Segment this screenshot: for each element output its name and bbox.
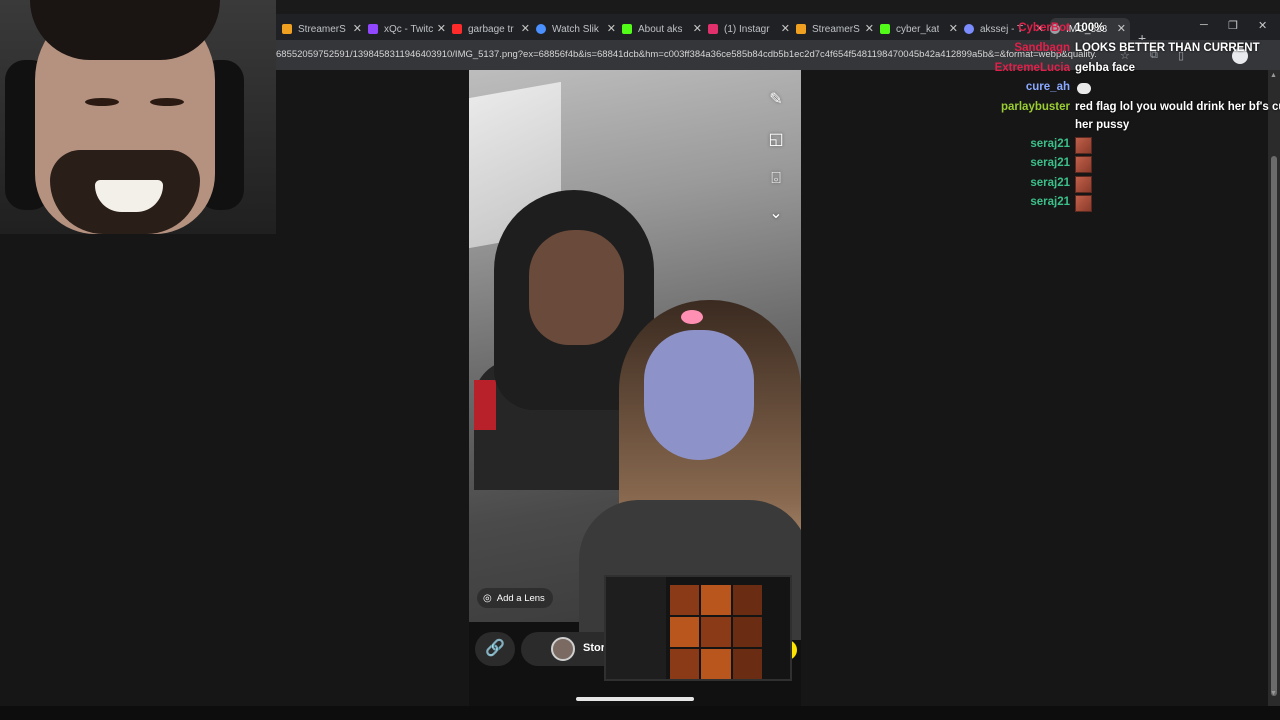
chat-text: LOOKS BETTER THAN CURRENT — [1075, 42, 1260, 54]
flower-accessory — [681, 310, 703, 324]
story-label: Stor — [583, 642, 605, 654]
screen: StreamerS ✕ xQc - Twitc ✕ garbage tr ✕ Watc… — [0, 0, 1280, 720]
chat-username: ExtremeLucia — [994, 62, 1070, 74]
kick-icon — [880, 24, 890, 34]
add-lens-button[interactable]: ◎ Add a Lens — [477, 588, 553, 608]
emote-icon — [1075, 195, 1092, 212]
close-tab-icon[interactable]: ✕ — [607, 22, 616, 35]
speech-bubble-emote — [1077, 83, 1091, 94]
kick-icon — [622, 24, 632, 34]
chat-username: seraj21 — [1030, 196, 1070, 208]
tab-streamers-1[interactable]: StreamerS ✕ — [282, 18, 366, 40]
chat-text: gehba face — [1075, 62, 1136, 74]
tab-streamers-2[interactable]: StreamerS ✕ — [796, 18, 878, 40]
tab-instagram[interactable]: (1) Instagr ✕ — [708, 18, 794, 40]
emote-icon — [1075, 156, 1092, 173]
chat-text: red flag lol you would drink her bf's cu — [1075, 101, 1280, 113]
home-indicator — [576, 697, 694, 701]
chat-overlay: CyberBot 100% Sandbagn LOOKS BETTER THAN… — [960, 22, 1280, 222]
close-tab-icon[interactable]: ✕ — [781, 22, 790, 35]
pencil-icon[interactable]: ✎ — [764, 88, 788, 112]
close-tab-icon[interactable]: ✕ — [521, 22, 530, 35]
tab-xqc-twitch[interactable]: xQc - Twitc ✕ — [368, 18, 450, 40]
mini-stream-preview — [604, 575, 792, 681]
chat-username: CyberBot — [1018, 22, 1070, 34]
chat-username: seraj21 — [1030, 157, 1070, 169]
bar-chart-icon — [282, 24, 292, 34]
emote-icon — [1075, 137, 1092, 154]
scrollbar-thumb[interactable] — [1271, 156, 1277, 696]
bar-chart-icon — [796, 24, 806, 34]
chat-text: her pussy — [1075, 119, 1130, 131]
chat-text: 100% — [1075, 22, 1105, 34]
person-face-mask — [579, 300, 801, 640]
close-tab-icon[interactable]: ✕ — [693, 22, 702, 35]
scroll-up-icon[interactable]: ▲ — [1270, 72, 1277, 79]
chevron-down-icon[interactable]: ⌄ — [764, 202, 788, 226]
tab-watch-slik[interactable]: Watch Slik ✕ — [536, 18, 620, 40]
chat-username: seraj21 — [1030, 138, 1070, 150]
taskbar-strip — [0, 706, 1280, 720]
link-icon: 🔗 — [485, 640, 505, 657]
twitch-icon — [368, 24, 378, 34]
instagram-icon — [708, 24, 718, 34]
close-tab-icon[interactable]: ✕ — [353, 22, 362, 35]
add-lens-label: Add a Lens — [496, 592, 545, 604]
avatar — [551, 637, 575, 661]
chat-username: Sandbagn — [1014, 42, 1070, 54]
tab-cyber-kat[interactable]: cyber_kat ✕ — [880, 18, 962, 40]
emote-icon — [1075, 176, 1092, 193]
chat-username: seraj21 — [1030, 177, 1070, 189]
photo-grid — [670, 585, 762, 679]
link-button[interactable]: 🔗 — [475, 632, 515, 666]
chat-username: parlaybuster — [1000, 101, 1070, 113]
tab-garbage[interactable]: garbage tr ✕ — [452, 18, 534, 40]
close-tab-icon[interactable]: ✕ — [437, 22, 446, 35]
chat-username: cure_ah — [1025, 81, 1070, 93]
lens-icon: ◎ — [483, 592, 492, 604]
camera-plus-icon[interactable]: ⌻ — [764, 167, 788, 191]
close-tab-icon[interactable]: ✕ — [865, 22, 874, 35]
webcam-overlay — [0, 0, 276, 234]
close-tab-icon[interactable]: ✕ — [949, 22, 958, 35]
youtube-icon — [452, 24, 462, 34]
globe-icon — [536, 24, 546, 34]
sticker-icon[interactable]: ◱ — [764, 128, 788, 152]
photo — [469, 70, 801, 640]
tab-about-aks[interactable]: About aks ✕ — [622, 18, 706, 40]
scroll-down-icon[interactable]: ▼ — [1270, 690, 1277, 697]
